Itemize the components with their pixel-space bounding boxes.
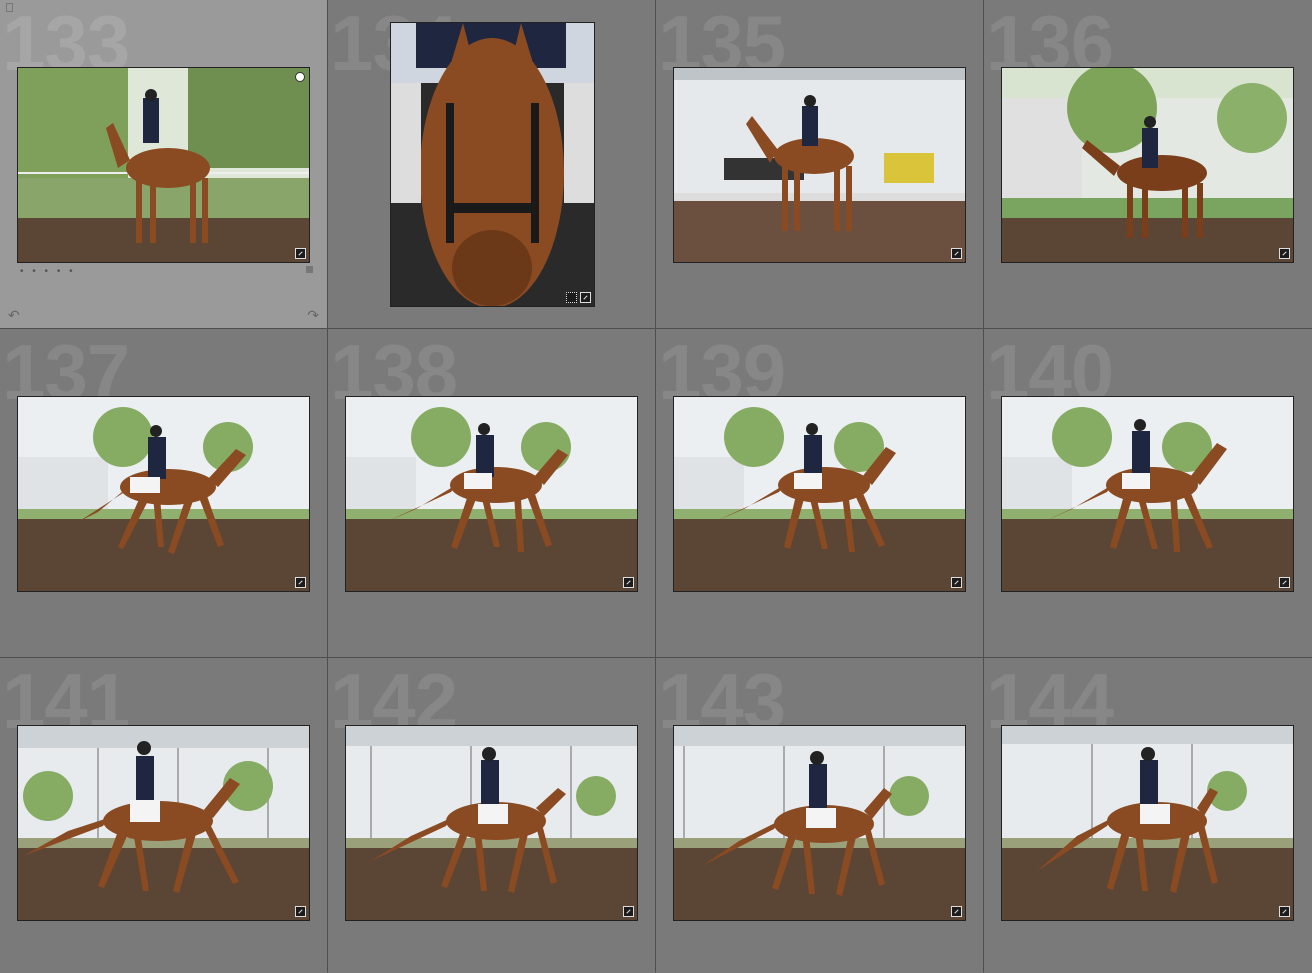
photo-cell[interactable]: 137 (0, 329, 327, 657)
photo-cell[interactable]: 144 (984, 658, 1312, 973)
edit-badge-icon (951, 577, 962, 588)
photo-cell[interactable]: 135 (656, 0, 983, 328)
photo-thumbnail[interactable] (390, 22, 595, 307)
photo-thumbnail[interactable] (673, 67, 966, 263)
edit-badge-icon (623, 577, 634, 588)
color-label-icon[interactable] (306, 266, 313, 273)
edit-badge-icon (951, 906, 962, 917)
photo-cell[interactable]: 138 (328, 329, 655, 657)
photo-image (1002, 397, 1293, 591)
photo-cell[interactable]: 133 • • • • • ↶ ↷ (0, 0, 327, 328)
photo-image (1002, 726, 1293, 920)
photo-image (18, 726, 309, 920)
edit-badge-icon (295, 248, 306, 259)
photo-image (391, 23, 594, 306)
photo-cell[interactable]: 134 (328, 0, 655, 328)
edit-badge-icon (1279, 906, 1290, 917)
photo-thumbnail[interactable] (1001, 396, 1294, 592)
photo-cell[interactable]: 143 (656, 658, 983, 973)
photo-thumbnail[interactable] (1001, 725, 1294, 921)
photo-image (346, 397, 637, 591)
photo-image (346, 726, 637, 920)
photo-thumbnail[interactable] (345, 396, 638, 592)
photo-image (674, 397, 965, 591)
edit-badge-icon (951, 248, 962, 259)
photo-cell[interactable]: 139 (656, 329, 983, 657)
select-circle-icon[interactable] (295, 72, 305, 82)
photo-image (18, 68, 309, 262)
photo-image (18, 397, 309, 591)
edit-badge-icon (623, 906, 634, 917)
photo-cell[interactable]: 141 (0, 658, 327, 973)
rating-dots[interactable]: • • • • • (20, 266, 76, 277)
photo-thumbnail[interactable] (17, 67, 310, 263)
edit-badge-icon (1279, 577, 1290, 588)
edit-badge-icon (580, 292, 591, 303)
photo-cell[interactable]: 140 (984, 329, 1312, 657)
crop-badge-icon (566, 292, 577, 303)
rotate-left-icon[interactable]: ↶ (8, 307, 20, 324)
photo-cell[interactable]: 142 (328, 658, 655, 973)
photo-image (674, 68, 965, 262)
flag-icon[interactable] (6, 3, 13, 12)
photo-thumbnail[interactable] (345, 725, 638, 921)
edit-badge-icon (295, 906, 306, 917)
edit-badge-icon (295, 577, 306, 588)
photo-thumbnail[interactable] (17, 725, 310, 921)
photo-thumbnail[interactable] (17, 396, 310, 592)
photo-image (1002, 68, 1293, 262)
rotate-right-icon[interactable]: ↷ (307, 307, 319, 324)
edit-badge-icon (1279, 248, 1290, 259)
photo-thumbnail[interactable] (1001, 67, 1294, 263)
photo-cell[interactable]: 136 (984, 0, 1312, 328)
photo-thumbnail[interactable] (673, 725, 966, 921)
filmstrip-grid: 133 • • • • • ↶ ↷ 135 136 137 138 139 14… (0, 0, 1312, 973)
photo-image (674, 726, 965, 920)
photo-thumbnail[interactable] (673, 396, 966, 592)
